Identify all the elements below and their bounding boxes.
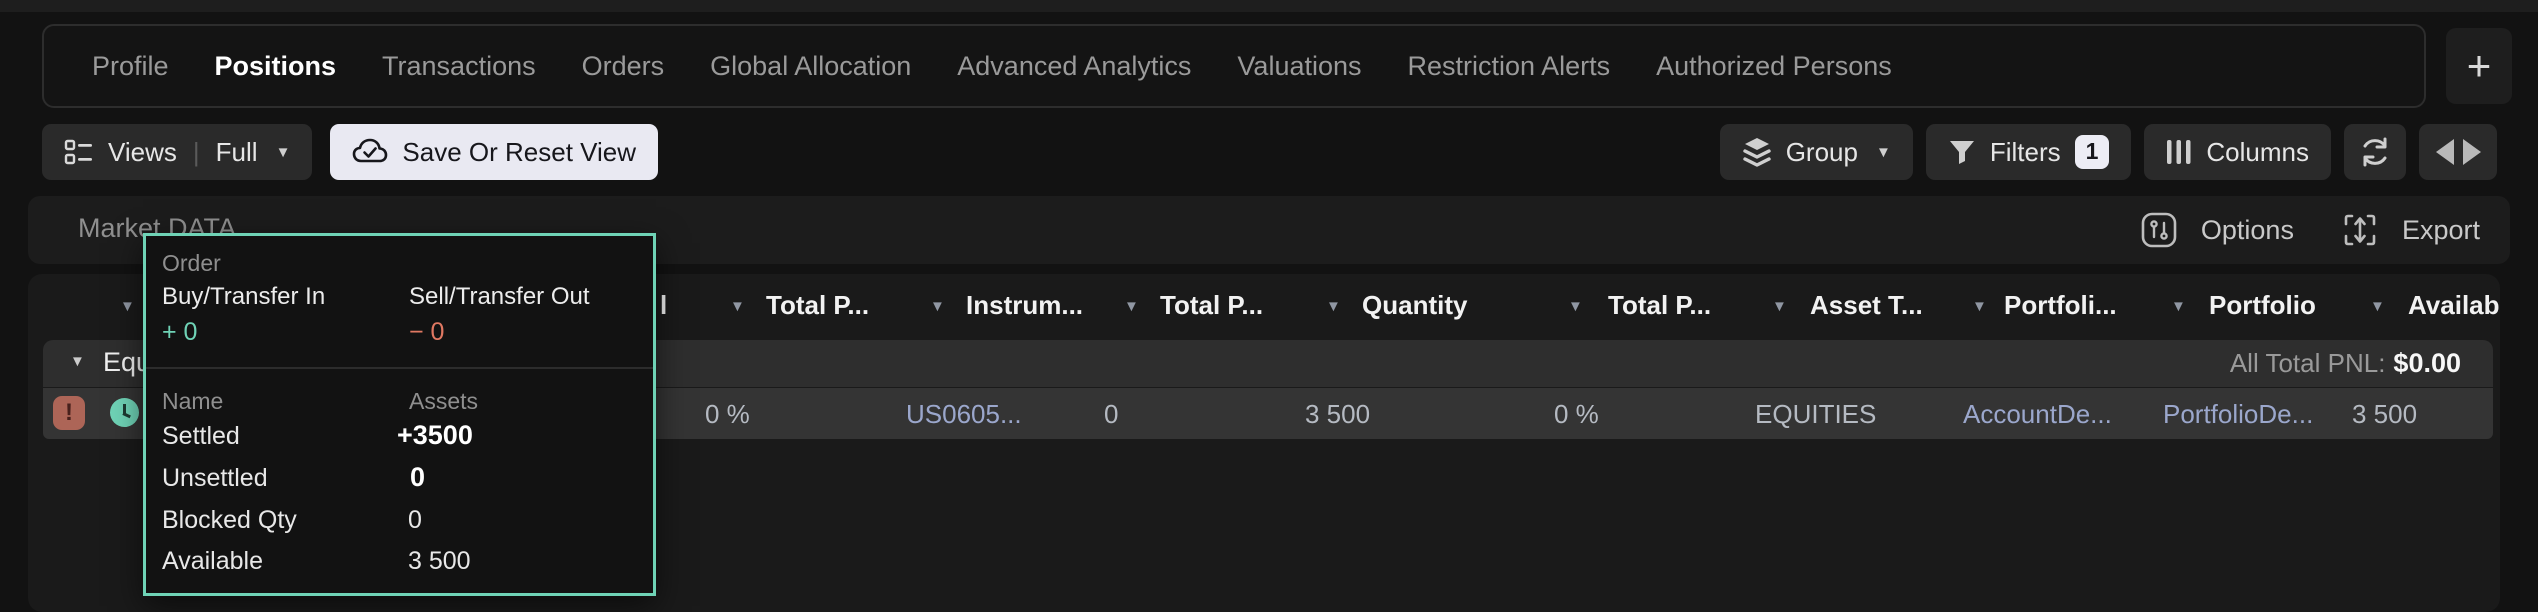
main-tab-bar: Profile Positions Transactions Orders Gl… bbox=[42, 24, 2426, 108]
group-label: Group bbox=[1786, 137, 1858, 168]
column-menu-icon[interactable]: ▼ bbox=[2171, 298, 2186, 315]
tooltip-buy-value: + 0 bbox=[162, 318, 197, 347]
tooltip-row-value: +3500 bbox=[397, 420, 473, 451]
cell-total-p-3: 0 % bbox=[1554, 399, 1599, 430]
tab-valuations[interactable]: Valuations bbox=[1237, 51, 1361, 82]
clock-icon[interactable] bbox=[110, 398, 139, 427]
position-details-tooltip: Order Buy/Transfer In Sell/Transfer Out … bbox=[143, 233, 656, 596]
group-dropdown[interactable]: Group ▼ bbox=[1720, 124, 1913, 180]
market-bar-actions: Options Export bbox=[2141, 196, 2480, 264]
positions-page: Profile Positions Transactions Orders Gl… bbox=[0, 0, 2538, 612]
tab-profile[interactable]: Profile bbox=[92, 51, 169, 82]
cell-instrument-link[interactable]: US0605... bbox=[906, 399, 1022, 430]
tooltip-name-header: Name bbox=[162, 388, 223, 415]
column-menu-icon[interactable]: ▼ bbox=[1972, 298, 1987, 315]
cell-total-p-2: 0 bbox=[1104, 399, 1118, 430]
tooltip-assets-header: Assets bbox=[409, 388, 478, 415]
divider: | bbox=[193, 137, 200, 168]
tooltip-row-label: Unsettled bbox=[162, 464, 268, 493]
tooltip-row-value: 3 500 bbox=[408, 547, 471, 576]
cell-portfolio-link[interactable]: PortfolioDe... bbox=[2163, 399, 2313, 430]
tooltip-row-label: Settled bbox=[162, 422, 240, 451]
column-header-available[interactable]: Available bbox=[2408, 290, 2500, 321]
cell-available: 3 500 bbox=[2352, 399, 2417, 430]
column-header-total-p-1[interactable]: Total P... bbox=[766, 290, 869, 321]
tab-authorized-persons[interactable]: Authorized Persons bbox=[1656, 51, 1892, 82]
column-menu-icon[interactable]: ▼ bbox=[1568, 298, 1583, 315]
warning-icon[interactable]: ! bbox=[53, 396, 85, 430]
tooltip-row-label: Blocked Qty bbox=[162, 506, 297, 535]
column-menu-icon[interactable]: ▼ bbox=[930, 298, 945, 315]
column-menu-icon[interactable]: ▼ bbox=[2370, 298, 2385, 315]
plus-icon: + bbox=[2467, 42, 2492, 90]
column-menu-icon[interactable]: ▼ bbox=[730, 298, 745, 315]
tab-transactions[interactable]: Transactions bbox=[382, 51, 536, 82]
options-sliders-icon[interactable] bbox=[2141, 212, 2177, 248]
column-header-portfolio-1[interactable]: Portfoli... bbox=[2004, 290, 2117, 321]
cell-quantity: 3 500 bbox=[1305, 399, 1370, 430]
chevron-down-icon: ▼ bbox=[1876, 144, 1891, 161]
column-header-portfolio-2[interactable]: Portfolio bbox=[2209, 290, 2316, 321]
column-header-total-p-3[interactable]: Total P... bbox=[1608, 290, 1711, 321]
tooltip-row-label: Available bbox=[162, 547, 263, 576]
filters-count-badge: 1 bbox=[2075, 135, 2110, 169]
tooltip-order-title: Order bbox=[162, 250, 221, 277]
group-total-pnl: All Total PNL:$0.00 bbox=[2230, 348, 2461, 379]
cell-account-link[interactable]: AccountDe... bbox=[1963, 399, 2112, 430]
views-list-icon bbox=[64, 137, 94, 167]
options-label[interactable]: Options bbox=[2201, 215, 2294, 246]
refresh-icon bbox=[2359, 136, 2391, 168]
collapse-group-icon[interactable]: ▼ bbox=[70, 353, 85, 370]
total-pnl-label: All Total PNL: bbox=[2230, 348, 2386, 378]
refresh-button[interactable] bbox=[2344, 124, 2406, 180]
column-menu-icon[interactable]: ▼ bbox=[1124, 298, 1139, 315]
tooltip-sell-label: Sell/Transfer Out bbox=[409, 283, 590, 311]
views-label: Views bbox=[108, 137, 177, 168]
column-menu-icon[interactable]: ▼ bbox=[1772, 298, 1787, 315]
funnel-icon bbox=[1948, 138, 1976, 166]
cloud-check-icon bbox=[352, 137, 388, 167]
tab-global-allocation[interactable]: Global Allocation bbox=[710, 51, 911, 82]
chevron-down-icon: ▼ bbox=[276, 144, 291, 161]
column-menu-icon[interactable]: ▼ bbox=[1326, 298, 1341, 315]
total-pnl-value: $0.00 bbox=[2393, 348, 2461, 378]
tooltip-divider bbox=[146, 367, 653, 369]
cell-total-p-1: 0 % bbox=[705, 399, 750, 430]
export-icon[interactable] bbox=[2342, 212, 2378, 248]
columns-label: Columns bbox=[2206, 137, 2309, 168]
cell-asset-type: EQUITIES bbox=[1755, 399, 1876, 430]
left-right-arrows-icon bbox=[2436, 139, 2481, 165]
columns-button[interactable]: Columns bbox=[2144, 124, 2331, 180]
tooltip-buy-label: Buy/Transfer In bbox=[162, 283, 325, 311]
columns-icon bbox=[2166, 138, 2192, 166]
tooltip-row-value: 0 bbox=[408, 506, 422, 535]
views-dropdown[interactable]: Views | Full ▼ bbox=[42, 124, 312, 180]
column-header-instrument[interactable]: Instrum... bbox=[966, 290, 1083, 321]
column-header-quantity[interactable]: Quantity bbox=[1362, 290, 1467, 321]
save-or-reset-label: Save Or Reset View bbox=[402, 137, 636, 168]
collapse-expand-panel-button[interactable] bbox=[2419, 124, 2497, 180]
tab-restriction-alerts[interactable]: Restriction Alerts bbox=[1408, 51, 1611, 82]
add-tab-button[interactable]: + bbox=[2446, 28, 2512, 104]
tab-orders[interactable]: Orders bbox=[582, 51, 665, 82]
views-current-value: Full bbox=[216, 137, 258, 168]
column-header-total-p-2[interactable]: Total P... bbox=[1160, 290, 1263, 321]
top-strip bbox=[0, 0, 2538, 12]
layers-icon bbox=[1742, 136, 1772, 168]
filters-button[interactable]: Filters 1 bbox=[1926, 124, 2132, 180]
save-or-reset-view-button[interactable]: Save Or Reset View bbox=[330, 124, 658, 180]
grid-toolbar: Group ▼ Filters 1 Columns bbox=[1720, 124, 2497, 180]
export-label[interactable]: Export bbox=[2402, 215, 2480, 246]
column-header-fragment: l bbox=[660, 290, 667, 321]
column-header-asset-type[interactable]: Asset T... bbox=[1810, 290, 1923, 321]
column-menu-icon[interactable]: ▼ bbox=[120, 298, 135, 315]
tooltip-sell-value: − 0 bbox=[409, 318, 444, 347]
tab-advanced-analytics[interactable]: Advanced Analytics bbox=[957, 51, 1191, 82]
filters-label: Filters bbox=[1990, 137, 2061, 168]
tab-positions[interactable]: Positions bbox=[215, 51, 337, 82]
tooltip-row-value: 0 bbox=[410, 462, 425, 493]
view-toolbar: Views | Full ▼ Save Or Reset View bbox=[42, 124, 658, 180]
